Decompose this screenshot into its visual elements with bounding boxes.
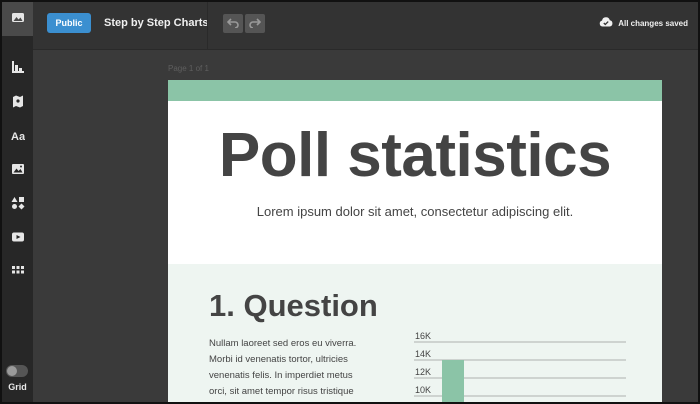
map-icon bbox=[11, 94, 25, 113]
page-indicator: Page 1 of 1 bbox=[168, 64, 209, 73]
sidebar-item-shapes[interactable] bbox=[2, 188, 33, 222]
grid-apps-icon bbox=[11, 264, 25, 283]
section-body-text[interactable]: Nullam laoreet sed eros eu viverra. Morb… bbox=[209, 336, 384, 400]
toolbar-divider bbox=[207, 2, 208, 50]
image-landscape-icon bbox=[11, 10, 25, 29]
save-status-text: All changes saved bbox=[618, 18, 688, 28]
sidebar-item-templates[interactable] bbox=[2, 2, 33, 36]
shapes-icon bbox=[11, 196, 25, 215]
cloud-check-icon bbox=[599, 17, 618, 29]
redo-button[interactable] bbox=[245, 14, 265, 33]
body-line: Nullam laoreet sed eros eu viverra. bbox=[209, 338, 357, 349]
document-title[interactable]: Step by Step Charts bbox=[104, 17, 209, 29]
bar-chart-icon bbox=[11, 60, 25, 79]
bar-chart[interactable]: 16K 14K 12K 10K bbox=[412, 330, 632, 404]
header-color-band[interactable] bbox=[168, 80, 662, 101]
body-line: venenatis felis. In imperdiet metus bbox=[209, 370, 353, 381]
undo-icon bbox=[226, 15, 239, 33]
question-section[interactable]: 1. Question Nullam laoreet sed eros eu v… bbox=[168, 264, 662, 404]
poll-subtitle[interactable]: Lorem ipsum dolor sit amet, consectetur … bbox=[168, 204, 662, 219]
top-toolbar: Public Step by Step Charts All changes s… bbox=[33, 2, 698, 50]
undo-button[interactable] bbox=[223, 14, 243, 33]
sidebar-item-text[interactable]: Aa bbox=[2, 120, 33, 154]
y-tick-label: 14K bbox=[415, 349, 431, 359]
video-icon bbox=[11, 230, 25, 249]
y-tick-label: 16K bbox=[415, 331, 431, 341]
y-tick-label: 10K bbox=[415, 385, 431, 395]
sidebar-item-video[interactable] bbox=[2, 222, 33, 256]
photo-icon bbox=[11, 162, 25, 181]
y-tick-label: 12K bbox=[415, 367, 431, 377]
grid-toggle[interactable] bbox=[6, 365, 28, 377]
document-page[interactable]: Poll statistics Lorem ipsum dolor sit am… bbox=[168, 80, 662, 404]
sidebar-item-charts[interactable] bbox=[2, 52, 33, 86]
sidebar-item-maps[interactable] bbox=[2, 86, 33, 120]
grid-label: Grid bbox=[8, 382, 27, 392]
left-sidebar: Aa Grid bbox=[2, 2, 33, 402]
sidebar-item-apps[interactable] bbox=[2, 256, 33, 290]
save-status: All changes saved bbox=[599, 17, 688, 29]
app-window: Aa Grid Public Step by Step Charts All c… bbox=[0, 0, 700, 404]
chart-bar[interactable] bbox=[442, 360, 464, 404]
svg-text:Aa: Aa bbox=[11, 131, 25, 142]
sidebar-item-photos[interactable] bbox=[2, 154, 33, 188]
body-line: orci, sit amet tempor risus tristique bbox=[209, 386, 354, 397]
poll-title[interactable]: Poll statistics bbox=[168, 120, 662, 191]
text-icon: Aa bbox=[11, 128, 26, 147]
body-line: Morbi id venenatis tortor, ultricies bbox=[209, 354, 348, 365]
section-title[interactable]: 1. Question bbox=[209, 288, 378, 324]
toggle-knob bbox=[7, 366, 17, 376]
public-button[interactable]: Public bbox=[47, 13, 91, 33]
redo-icon bbox=[249, 15, 262, 33]
